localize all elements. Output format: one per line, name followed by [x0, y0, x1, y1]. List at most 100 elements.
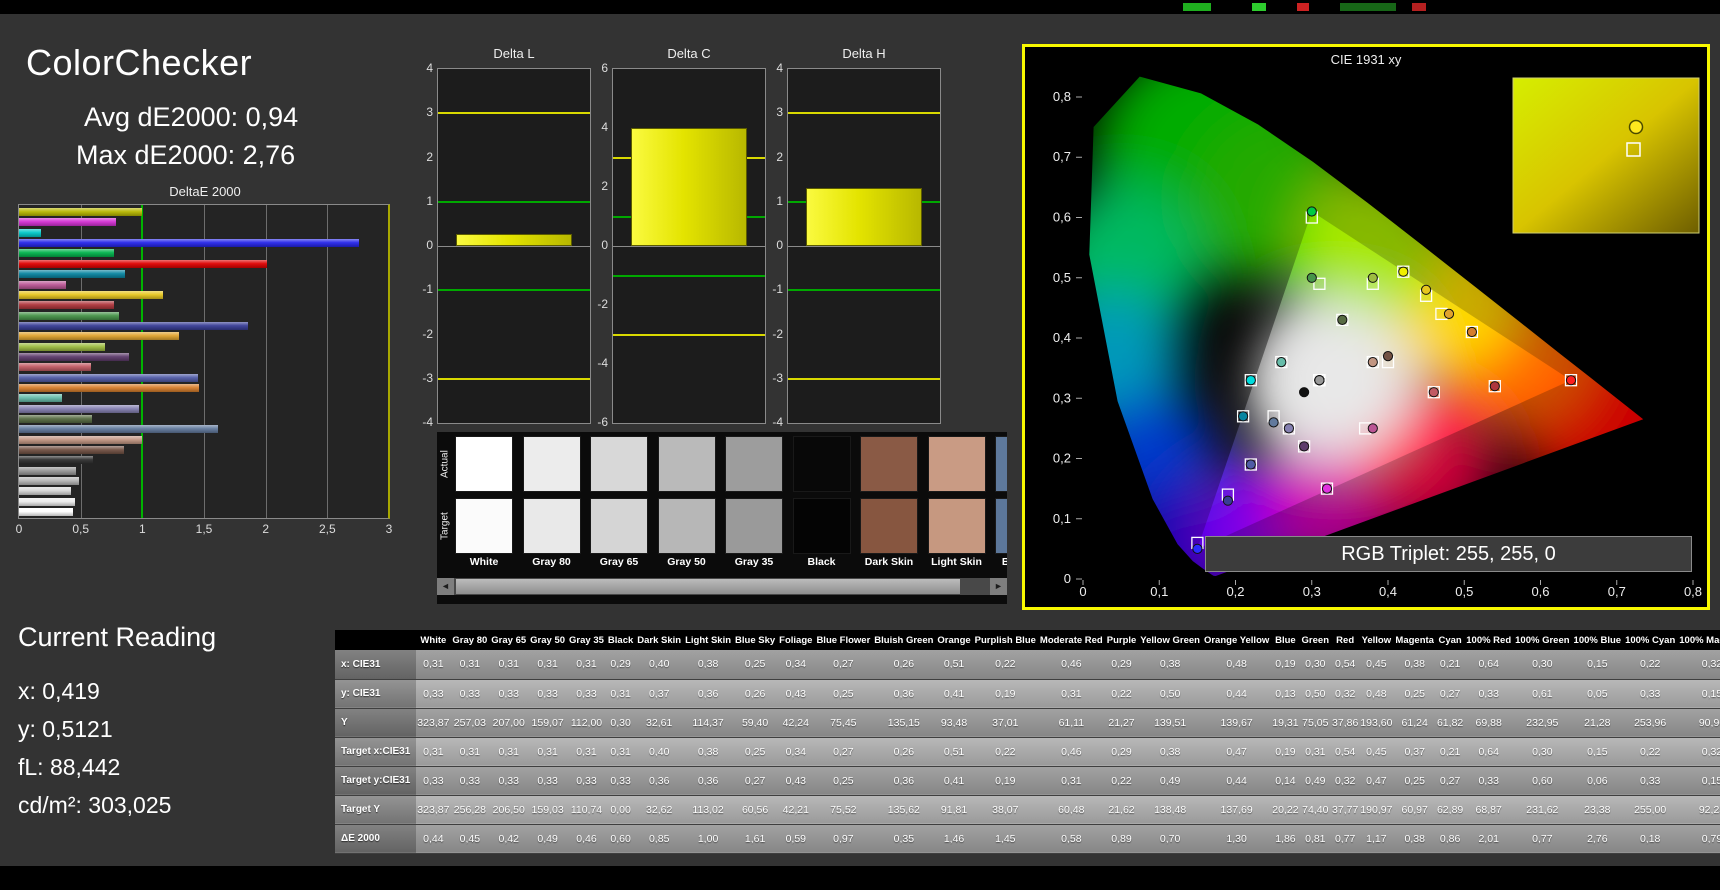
table-cell: 0,31 [450, 737, 490, 767]
status-mark [1297, 3, 1309, 11]
delta-h-plot [787, 68, 941, 424]
cie-y-tick: 0,4 [1053, 330, 1071, 345]
cie-measured-point [1238, 411, 1249, 422]
current-reading-x: x: 0,419 [18, 678, 100, 704]
table-cell: 0,06 [1571, 766, 1624, 796]
delta-h-chart[interactable]: Delta H 4 3 2 1 0 -1 -2 -3 -4 [757, 46, 943, 429]
table-cell: 62,89 [1435, 795, 1465, 825]
swatch-actual-dark-skin[interactable] [860, 436, 918, 492]
deltae-bar [19, 239, 360, 247]
delta-bar [631, 128, 747, 246]
column-header: Gray 35 [567, 630, 606, 650]
swatch-target-blue-sky[interactable] [995, 498, 1007, 554]
column-header: Dark Skin [635, 630, 684, 650]
table-cell: 190,97 [1359, 795, 1394, 825]
swatch-actual-blue-sky[interactable] [995, 436, 1007, 492]
deltae2000-chart[interactable]: DeltaE 2000 0 0,5 1 1,5 2 2,5 3 [15, 184, 393, 544]
deltae-bar [19, 508, 74, 517]
swatch-target-gray-50[interactable] [657, 498, 716, 554]
table-cell: 0,19 [1271, 650, 1300, 680]
delta-l-chart[interactable]: Delta L 4 3 2 1 0 -1 -2 -3 -4 [407, 46, 593, 429]
table-cell: 0,26 [872, 737, 936, 767]
delta-c-chart[interactable]: Delta C 6 4 2 0 -2 -4 -6 [582, 46, 768, 429]
swatch-target-gray-65[interactable] [590, 498, 648, 554]
table-cell: 37,86 [1331, 708, 1360, 738]
column-header: Magenta [1393, 630, 1436, 650]
swatch-actual-black[interactable] [792, 436, 851, 492]
table-cell: 206,50 [489, 795, 529, 825]
table-cell: 159,03 [528, 795, 568, 825]
swatch-scrollbar[interactable]: ◄ ► [437, 578, 1007, 595]
y-tick-label: 0 [426, 238, 433, 252]
column-header: Green [1299, 630, 1332, 650]
table-row: Target x:CIE31 0,31 0,31 0,31 0,31 0,31 0,31 0,… [335, 737, 1720, 767]
swatch-target-gray-35[interactable] [725, 498, 783, 554]
scrollbar-thumb[interactable] [456, 579, 960, 594]
deltae-bar [19, 425, 218, 434]
column-header: White [416, 630, 451, 650]
swatch-target-black[interactable] [792, 498, 851, 554]
table-cell: 0,27 [1435, 679, 1465, 709]
scrollbar-track[interactable] [454, 578, 990, 595]
swatch-actual-light-skin[interactable] [927, 436, 986, 492]
table-cell: 74,40 [1299, 795, 1332, 825]
swatch-target-gray-80[interactable] [522, 498, 581, 554]
table-cell: 0,47 [1201, 737, 1272, 767]
swatch-actual-gray-50[interactable] [657, 436, 716, 492]
table-cell: 23,38 [1571, 795, 1624, 825]
cie-panel[interactable]: CIE 1931 xy 0 0,1 0,2 0,3 0,4 0,5 0,6 0,7 0,8 0 0,… [1022, 44, 1710, 610]
swatch-target-white[interactable] [455, 498, 513, 554]
window-bottom-strip [0, 866, 1720, 890]
cie-diagram[interactable]: 0 0,1 0,2 0,3 0,4 0,5 0,6 0,7 0,8 0 0,1 0,2 0,3 0,4 0,… [1025, 47, 1707, 607]
scroll-right-button[interactable]: ► [990, 578, 1007, 595]
table-cell: 0,19 [972, 679, 1038, 709]
deltae-bar [19, 342, 106, 351]
table-row: x: CIE31 0,31 0,31 0,31 0,31 0,31 0,29 0,40 0,38… [335, 650, 1720, 680]
deltae-bar [19, 363, 91, 372]
cie-y-tick: 0 [1064, 571, 1071, 586]
table-cell: 0,49 [528, 824, 568, 854]
y-tick-label: -1 [422, 282, 433, 297]
measurement-table: White Gray 80 Gray 65 Gray 50 Gray 35 Black Da… [335, 630, 1720, 854]
y-tick-label: -1 [772, 282, 783, 297]
table-cell: 0,33 [416, 766, 451, 796]
delta-l-plot [437, 68, 591, 424]
swatch-target-light-skin[interactable] [927, 498, 986, 554]
table-cell: 0,51 [935, 737, 973, 767]
swatch-target-dark-skin[interactable] [860, 498, 918, 554]
table-cell: 207,00 [489, 708, 529, 738]
table-cell: 0,31 [605, 679, 636, 709]
avg-de2000-value: Avg dE2000: 0,94 [84, 102, 299, 132]
table-cell: 91,81 [935, 795, 973, 825]
table-cell: 0,31 [528, 737, 568, 767]
table-cell: 0,32 [1677, 650, 1720, 680]
x-tick-label: 1,5 [195, 522, 213, 536]
deltae-bar [19, 352, 129, 361]
table-cell: 0,97 [814, 824, 873, 854]
swatch-actual-gray-35[interactable] [725, 436, 783, 492]
zero-line [438, 246, 590, 247]
swatch-actual-white[interactable] [455, 436, 513, 492]
cie-measured-point [1299, 387, 1310, 398]
swatch-actual-gray-80[interactable] [522, 436, 581, 492]
table-cell: 0,05 [1571, 679, 1624, 709]
cie-measured-point [1421, 284, 1432, 295]
table-cell: 1,45 [972, 824, 1038, 854]
x-tick-label: 0 [15, 522, 23, 536]
deltae-bar [19, 415, 92, 423]
cie-x-tick: 0 [1079, 584, 1086, 599]
cie-y-tick: 0,3 [1053, 390, 1071, 405]
scroll-left-button[interactable]: ◄ [437, 578, 454, 595]
swatch-actual-gray-65[interactable] [590, 436, 648, 492]
table-cell: 0,37 [1393, 737, 1436, 767]
deltae-bar [19, 394, 63, 403]
swatch-name: Gray 35 [734, 556, 774, 568]
cie-measured-point [1306, 206, 1317, 217]
table-cell: 0,22 [972, 650, 1038, 680]
table-cell: 75,45 [814, 708, 873, 738]
table-cell: 135,15 [872, 708, 936, 738]
cie-x-tick: 0,6 [1531, 584, 1549, 599]
table-cell: 0,30 [1299, 650, 1332, 680]
deltae-bar [19, 249, 114, 258]
cie-x-tick: 0,4 [1379, 584, 1397, 599]
